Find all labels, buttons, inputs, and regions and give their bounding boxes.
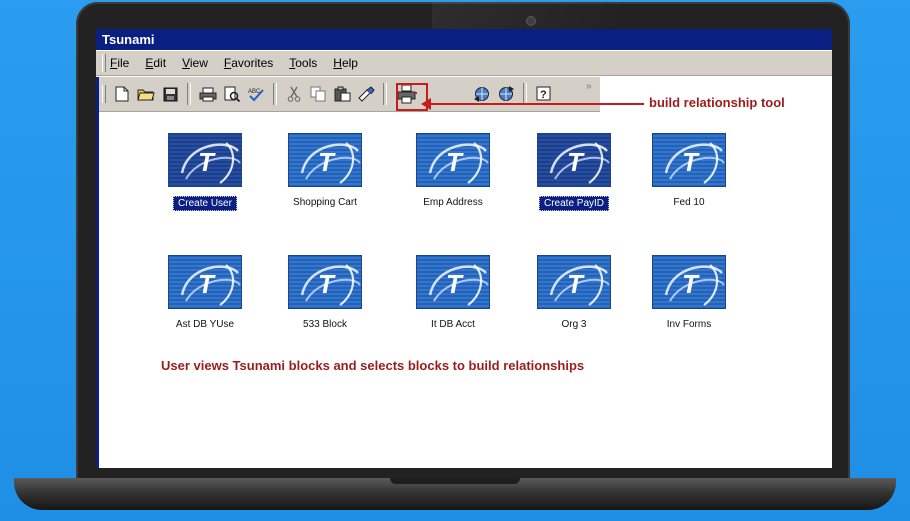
menu-tools[interactable]: Tools	[289, 56, 317, 70]
app-window: Tsunami File Edit View Favorites Tools H…	[96, 29, 832, 468]
window-title: Tsunami	[96, 29, 832, 50]
cut-icon[interactable]	[284, 84, 304, 104]
tsunami-block-label: Fed 10	[673, 197, 705, 208]
svg-text:?: ?	[540, 89, 547, 101]
tsunami-block[interactable]: T Emp Address	[405, 133, 501, 210]
svg-text:T: T	[567, 147, 585, 177]
menu-help[interactable]: Help	[333, 56, 358, 70]
laptop-base-notch	[390, 478, 520, 484]
window-left-edge	[96, 77, 99, 468]
copy-icon[interactable]	[308, 84, 328, 104]
menu-view[interactable]: View	[182, 56, 208, 70]
tsunami-block-label: Inv Forms	[666, 319, 712, 330]
toolbar-separator	[523, 83, 527, 105]
print-preview-icon[interactable]	[222, 84, 242, 104]
toolbar-grip	[102, 85, 106, 103]
tsunami-block-icon: T	[416, 255, 490, 309]
tsunami-block-icon: T	[288, 255, 362, 309]
tsunami-block-label: Create User	[173, 196, 237, 211]
tsunami-block-icon: T	[416, 133, 490, 187]
webcam-icon	[526, 16, 536, 26]
tsunami-block-label: Org 3	[561, 319, 587, 330]
tsunami-block-label: Shopping Cart	[293, 197, 357, 208]
tsunami-block-label: Ast DB YUse	[175, 319, 235, 330]
save-icon[interactable]	[160, 84, 180, 104]
instruction-caption: User views Tsunami blocks and selects bl…	[161, 358, 585, 373]
svg-text:T: T	[198, 147, 216, 177]
tsunami-block-icon: T	[652, 133, 726, 187]
tsunami-block-label: It DB Acct	[431, 319, 475, 330]
tsunami-block-icon: T	[288, 133, 362, 187]
tsunami-block-label: Create PayID	[538, 196, 610, 211]
tsunami-block[interactable]: T 533 Block	[277, 255, 373, 332]
svg-text:T: T	[446, 147, 464, 177]
svg-text:T: T	[318, 269, 336, 299]
menu-favorites[interactable]: Favorites	[224, 56, 273, 70]
toolbar-separator	[273, 83, 277, 105]
svg-text:T: T	[567, 269, 585, 299]
tsunami-block[interactable]: T Create User	[157, 133, 253, 211]
toolbar-separator	[187, 83, 191, 105]
format-painter-icon[interactable]	[356, 84, 376, 104]
spellcheck-icon[interactable]: ABC	[246, 84, 266, 104]
svg-text:T: T	[682, 269, 700, 299]
tsunami-block-icon: T	[168, 255, 242, 309]
tsunami-block[interactable]: T Shopping Cart	[277, 133, 373, 210]
toolbar: ABC ? »	[96, 77, 600, 112]
tsunami-block[interactable]: T Org 3	[526, 255, 622, 332]
print-icon[interactable]	[198, 84, 218, 104]
globe-forward-icon[interactable]	[496, 84, 516, 104]
toolbar-overflow-chevron[interactable]: »	[586, 81, 592, 92]
menu-bar: File Edit View Favorites Tools Help	[96, 51, 832, 76]
svg-text:T: T	[318, 147, 336, 177]
tsunami-block[interactable]: T Create PayID	[526, 133, 622, 211]
menu-file[interactable]: File	[110, 56, 129, 70]
open-folder-icon[interactable]	[136, 84, 156, 104]
tsunami-block-label: 533 Block	[303, 319, 347, 330]
build-relationship-tool-label: build relationship tool	[649, 95, 785, 110]
tsunami-block[interactable]: T Fed 10	[641, 133, 737, 210]
svg-text:T: T	[198, 269, 216, 299]
toolbar-separator	[383, 83, 387, 105]
new-document-icon[interactable]	[112, 84, 132, 104]
tsunami-block-icon: T	[537, 255, 611, 309]
tsunami-block-icon: T	[652, 255, 726, 309]
tsunami-block[interactable]: T Inv Forms	[641, 255, 737, 332]
globe-back-icon[interactable]	[472, 84, 492, 104]
tsunami-block[interactable]: T Ast DB YUse	[157, 255, 253, 332]
svg-text:T: T	[446, 269, 464, 299]
svg-text:T: T	[682, 147, 700, 177]
tsunami-block-icon: T	[537, 133, 611, 187]
menubar-grip	[102, 54, 106, 72]
tsunami-block[interactable]: T It DB Acct	[405, 255, 501, 332]
annotation-arrow-line	[424, 103, 644, 105]
menu-edit[interactable]: Edit	[145, 56, 166, 70]
paste-icon[interactable]	[332, 84, 352, 104]
tsunami-block-label: Emp Address	[423, 197, 483, 208]
help-icon[interactable]: ?	[534, 84, 554, 104]
tsunami-block-icon: T	[168, 133, 242, 187]
